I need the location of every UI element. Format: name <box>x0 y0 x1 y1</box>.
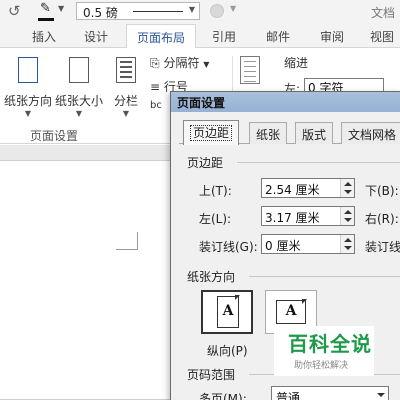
line-weight-value: 0.5 磅 <box>83 6 118 20</box>
chevron-down-icon: ▼ <box>24 109 32 118</box>
pen-color-bar <box>38 18 54 21</box>
bottom-margin-label: 下(B): <box>365 184 399 198</box>
pen-color-button[interactable]: ✎ <box>38 1 54 21</box>
hyphenation-label: bc <box>150 100 162 111</box>
top-margin-label: 上(T): <box>199 184 232 198</box>
line-numbers-icon: ≡ <box>150 80 161 92</box>
watermark-subtitle: 助你轻松解决 <box>294 361 349 371</box>
paper-size-button[interactable]: 纸张大小 ▼ <box>54 54 104 118</box>
left-margin-label: 左(L): <box>199 212 232 226</box>
portrait-option[interactable]: A <box>201 290 253 334</box>
breaks-item[interactable]: ⎘ 分隔符 ▼ <box>150 54 209 71</box>
line-weight-dropdown[interactable]: 0.5 磅 ▼ <box>76 2 200 20</box>
line-sample <box>133 11 183 12</box>
gutter-value: 0 厘米 <box>265 239 301 253</box>
redo-icon[interactable]: ↺ <box>8 2 21 20</box>
hyphenation-item[interactable]: bc <box>150 100 162 111</box>
tab-review[interactable]: 审阅 <box>320 28 344 45</box>
gutter-label: 装订线(G): <box>199 240 258 254</box>
tab-margins[interactable]: 页边距 <box>183 120 240 145</box>
tab-margins-label: 页边距 <box>190 125 233 141</box>
watermark-title: 百科全说 <box>288 332 372 356</box>
document-title: 文档 <box>371 6 396 20</box>
tab-layout[interactable]: 版式 <box>295 122 334 144</box>
chevron-down-icon[interactable]: ▼ <box>58 4 64 13</box>
document-page[interactable] <box>0 160 174 400</box>
watermark-logo: 百科全说 助你轻松解决 <box>274 326 374 376</box>
right-margin-label: 右(R): <box>365 212 399 226</box>
left-margin-input[interactable]: 3.17 厘米 <box>261 206 355 226</box>
paper-size-label: 纸张大小 <box>54 94 103 108</box>
margins-section-title: 页边距 <box>187 156 224 170</box>
section-divider <box>249 276 400 277</box>
portrait-icon: A <box>217 295 240 328</box>
spin-buttons[interactable] <box>340 207 354 225</box>
spin-buttons[interactable] <box>340 235 354 253</box>
margin-corner-mark <box>116 232 138 250</box>
watermark-page-icon[interactable] <box>240 56 260 84</box>
columns-label: 分栏 <box>113 94 138 108</box>
pages-section-title: 页码范围 <box>187 368 236 382</box>
chevron-down-icon: ▼ <box>203 60 210 69</box>
portrait-label: 纵向(P) <box>207 344 248 358</box>
top-margin-input[interactable]: 2.54 厘米 <box>261 178 355 198</box>
ribbon-tabs: 插入 设计 页面布局 引用 邮件 审阅 视图 <box>0 24 400 49</box>
gutter-input[interactable]: 0 厘米 <box>261 234 355 254</box>
chevron-down-icon <box>377 393 385 397</box>
tab-insert[interactable]: 插入 <box>32 28 56 45</box>
tab-references[interactable]: 引用 <box>212 28 236 45</box>
section-divider <box>237 162 400 163</box>
line-numbers-item[interactable]: ≡ 行号 <box>150 78 188 92</box>
chevron-down-icon: ▼ <box>122 109 130 118</box>
left-margin-value: 3.17 厘米 <box>265 211 320 225</box>
multiple-pages-select[interactable]: 普通 <box>271 386 389 400</box>
tab-document-grid[interactable]: 文档网格 <box>341 122 400 144</box>
orientation-button[interactable]: 纸张方向 ▼ <box>4 54 52 118</box>
tab-paper[interactable]: 纸张 <box>249 122 288 144</box>
chevron-down-icon: ▼ <box>188 5 195 14</box>
paper-size-icon <box>65 54 93 86</box>
orientation-section-title: 纸张方向 <box>187 270 236 284</box>
spin-buttons[interactable] <box>340 179 354 197</box>
quick-access-toolbar: ↺ ✎ ▼ 0.5 磅 ▼ ▼ 文档 <box>0 0 400 24</box>
tab-view[interactable]: 视图 <box>370 28 394 45</box>
tab-design[interactable]: 设计 <box>84 28 108 45</box>
top-margin-value: 2.54 厘米 <box>265 183 320 197</box>
orientation-icon <box>14 54 42 86</box>
dialog-tabs: 页边距 纸张 版式 文档网格 <box>179 120 400 145</box>
gutter-position-label: 装订线 <box>365 240 400 254</box>
group-label-page-setup: 页面设置 <box>30 129 79 143</box>
chevron-down-icon: ▼ <box>75 109 83 118</box>
pen-icon: ✎ <box>40 1 51 16</box>
shape-fill-icon[interactable] <box>210 4 224 18</box>
dialog-title: 页面设置 <box>177 96 226 110</box>
orientation-label: 纸张方向 <box>4 94 53 108</box>
indent-label: 缩进 <box>284 56 309 70</box>
breaks-label: 分隔符 <box>163 56 200 70</box>
breaks-icon: ⎘ <box>150 56 160 70</box>
columns-button[interactable]: 分栏 ▼ <box>110 54 142 118</box>
tab-mailings[interactable]: 邮件 <box>266 28 290 45</box>
columns-icon <box>112 54 140 86</box>
landscape-icon: A <box>276 299 307 324</box>
multiple-pages-value: 普通 <box>276 391 301 400</box>
multiple-pages-label: 多页(M): <box>199 392 247 400</box>
tab-page-layout[interactable]: 页面布局 <box>126 24 197 49</box>
dialog-titlebar[interactable]: 页面设置 <box>171 92 400 112</box>
chevron-down-icon[interactable]: ▼ <box>230 4 236 13</box>
